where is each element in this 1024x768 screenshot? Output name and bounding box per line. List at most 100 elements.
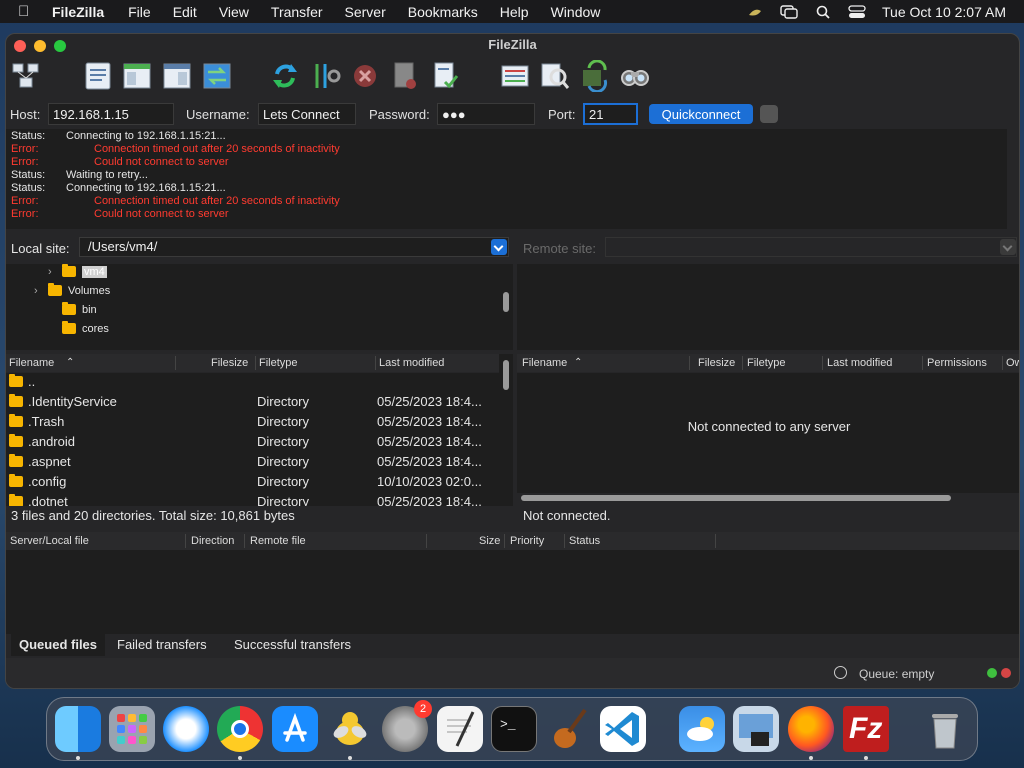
log-scrollbar[interactable]	[1007, 129, 1019, 229]
quickconnect-history-button[interactable]	[760, 105, 778, 123]
process-queue-icon[interactable]	[309, 60, 341, 92]
sort-ascending-icon[interactable]: ⌃	[574, 357, 582, 368]
tree-item-vm4[interactable]: › vm4	[48, 264, 107, 281]
apple-icon[interactable]: 	[18, 3, 40, 20]
menu-file[interactable]: File	[128, 4, 151, 20]
column-filetype[interactable]: Filetype	[259, 357, 298, 369]
finder-icon[interactable]	[55, 706, 101, 752]
reconnect-icon[interactable]	[429, 60, 461, 92]
local-tree-scrollbar[interactable]	[499, 264, 513, 350]
trash-icon[interactable]	[922, 706, 968, 752]
column-server-local-file[interactable]: Server/Local file	[10, 535, 89, 547]
password-input[interactable]	[437, 103, 535, 125]
vscode-icon[interactable]	[600, 706, 646, 752]
menu-window[interactable]: Window	[551, 4, 601, 20]
file-row[interactable]: .aspnet Directory 05/25/2023 18:4...	[6, 451, 499, 471]
file-row[interactable]: .dotnet Directory 05/25/2023 18:4...	[6, 491, 499, 506]
local-directory-tree[interactable]: › vm4 › Volumes bin cores	[6, 264, 499, 350]
search-remote-files-icon[interactable]	[619, 60, 651, 92]
remote-directory-tree[interactable]	[517, 264, 1019, 350]
local-site-dropdown-icon[interactable]	[491, 239, 507, 255]
app-store-icon[interactable]	[272, 706, 318, 752]
directory-comparison-icon[interactable]	[539, 60, 571, 92]
toggle-remote-tree-icon[interactable]	[161, 60, 193, 92]
transfer-queue-list[interactable]	[6, 550, 1019, 634]
remote-file-list[interactable]: Not connected to any server	[517, 373, 1019, 493]
chrome-icon[interactable]	[217, 706, 263, 752]
tab-failed-transfers[interactable]: Failed transfers	[109, 634, 215, 656]
tree-item-bin[interactable]: bin	[48, 300, 97, 319]
close-window-button[interactable]	[14, 40, 26, 52]
column-filename[interactable]: Filename	[9, 357, 54, 369]
menu-view[interactable]: View	[219, 4, 249, 20]
chevron-right-icon[interactable]: ›	[34, 285, 48, 297]
column-filesize[interactable]: Filesize	[211, 357, 248, 369]
cyberduck-status-icon[interactable]	[746, 5, 764, 19]
tab-queued-files[interactable]: Queued files	[11, 634, 106, 656]
menu-transfer[interactable]: Transfer	[271, 4, 323, 20]
launchpad-icon[interactable]	[109, 706, 155, 752]
port-input[interactable]	[583, 103, 638, 125]
synchronized-browsing-icon[interactable]	[579, 59, 611, 94]
column-filesize[interactable]: Filesize	[698, 357, 735, 369]
scroll-thumb[interactable]	[503, 292, 509, 312]
column-filename[interactable]: Filename	[522, 357, 567, 369]
column-filetype[interactable]: Filetype	[747, 357, 786, 369]
file-row[interactable]: .Trash Directory 05/25/2023 18:4...	[6, 411, 499, 431]
toggle-local-tree-icon[interactable]	[121, 60, 153, 92]
terminal-icon[interactable]: >_	[491, 706, 537, 752]
file-row[interactable]: .config Directory 10/10/2023 02:0...	[6, 471, 499, 491]
column-last-modified[interactable]: Last modified	[379, 357, 444, 369]
cancel-operation-icon[interactable]	[349, 60, 381, 92]
local-list-scrollbar[interactable]	[499, 354, 513, 506]
remote-site-dropdown-icon[interactable]	[1000, 239, 1016, 255]
menu-clock[interactable]: Tue Oct 10 2:07 AM	[882, 4, 1006, 20]
file-row[interactable]: .IdentityService Directory 05/25/2023 18…	[6, 391, 499, 411]
cyberduck-icon[interactable]	[327, 706, 373, 752]
chevron-right-icon[interactable]: ›	[48, 266, 62, 278]
menu-help[interactable]: Help	[500, 4, 529, 20]
control-center-icon[interactable]	[848, 4, 866, 19]
scroll-thumb[interactable]	[503, 360, 509, 390]
weather-icon[interactable]	[679, 706, 725, 752]
menu-server[interactable]: Server	[345, 4, 386, 20]
local-file-list[interactable]: .. .IdentityService Directory 05/25/2023…	[6, 373, 499, 506]
directory-listing-filters-icon[interactable]	[499, 60, 531, 92]
toggle-transfer-queue-icon[interactable]	[201, 60, 233, 92]
minimize-window-button[interactable]	[34, 40, 46, 52]
column-last-modified[interactable]: Last modified	[827, 357, 892, 369]
local-site-path-input[interactable]: /Users/vm4/	[79, 237, 509, 257]
tab-successful-transfers[interactable]: Successful transfers	[226, 634, 359, 656]
textedit-icon[interactable]	[437, 706, 483, 752]
message-log[interactable]: Status: Connecting to 192.168.1.15:21... …	[6, 129, 1007, 229]
speed-limit-icon[interactable]	[834, 666, 847, 679]
refresh-icon[interactable]	[269, 60, 301, 92]
menu-bookmarks[interactable]: Bookmarks	[408, 4, 478, 20]
search-icon[interactable]	[814, 5, 832, 19]
column-size[interactable]: Size	[479, 535, 500, 547]
remote-site-path-input[interactable]	[605, 237, 1017, 257]
remote-list-horizontal-scrollbar[interactable]	[521, 495, 951, 501]
safari-icon[interactable]	[163, 706, 209, 752]
host-input[interactable]	[48, 103, 174, 125]
system-settings-icon[interactable]: 2	[382, 700, 432, 752]
toggle-message-log-icon[interactable]	[82, 60, 114, 92]
column-direction[interactable]: Direction	[191, 535, 234, 547]
tree-item-cores[interactable]: cores	[48, 319, 109, 338]
preview-icon[interactable]	[733, 706, 779, 752]
username-input[interactable]	[258, 103, 356, 125]
file-row-parent[interactable]: ..	[6, 373, 499, 391]
screen-mirroring-icon[interactable]	[780, 4, 798, 19]
column-status[interactable]: Status	[569, 535, 600, 547]
column-priority[interactable]: Priority	[510, 535, 544, 547]
filezilla-icon[interactable]: Fz	[843, 706, 889, 752]
menu-app-name[interactable]: FileZilla	[52, 4, 104, 20]
file-row[interactable]: .android Directory 05/25/2023 18:4...	[6, 431, 499, 451]
column-permissions[interactable]: Permissions	[927, 357, 987, 369]
disconnect-icon[interactable]	[389, 60, 421, 92]
quickconnect-button[interactable]: Quickconnect	[649, 104, 753, 124]
site-manager-icon[interactable]	[10, 60, 42, 92]
garageband-icon[interactable]	[545, 706, 591, 752]
sort-ascending-icon[interactable]: ⌃	[66, 357, 74, 368]
column-owner[interactable]: Ow	[1006, 357, 1019, 369]
